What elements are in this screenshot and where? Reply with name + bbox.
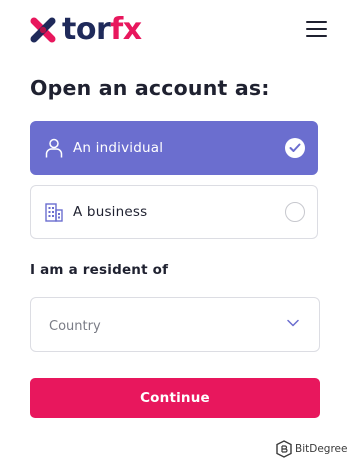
page-title: Open an account as:: [30, 76, 270, 100]
radio-checked-icon[interactable]: [285, 138, 305, 158]
watermark-text: BitDegree: [295, 443, 348, 455]
continue-button[interactable]: Continue: [30, 378, 320, 418]
radio-unchecked-icon[interactable]: [285, 202, 305, 222]
header: torfx: [0, 0, 350, 60]
country-placeholder: Country: [49, 319, 101, 334]
logo-text: torfx: [62, 13, 142, 47]
checkmark-icon: [289, 143, 301, 152]
option-individual-label: An individual: [73, 140, 164, 156]
building-icon: [45, 203, 63, 222]
option-individual[interactable]: An individual: [30, 121, 318, 175]
logo-text-tor: tor: [62, 12, 111, 47]
logo-text-fx: fx: [110, 12, 142, 47]
country-select[interactable]: Country: [30, 297, 320, 352]
chevron-down-icon: [287, 319, 299, 327]
person-icon: [45, 138, 63, 158]
hamburger-menu-icon[interactable]: [306, 20, 328, 38]
option-business[interactable]: A business: [30, 185, 318, 239]
resident-label: I am a resident of: [30, 262, 169, 278]
torfx-logo[interactable]: torfx: [30, 13, 142, 47]
bitdegree-logo-icon: [276, 440, 292, 458]
bitdegree-watermark: BitDegree: [276, 440, 347, 458]
option-business-label: A business: [73, 204, 148, 220]
torfx-x-logo-icon: [30, 17, 56, 43]
